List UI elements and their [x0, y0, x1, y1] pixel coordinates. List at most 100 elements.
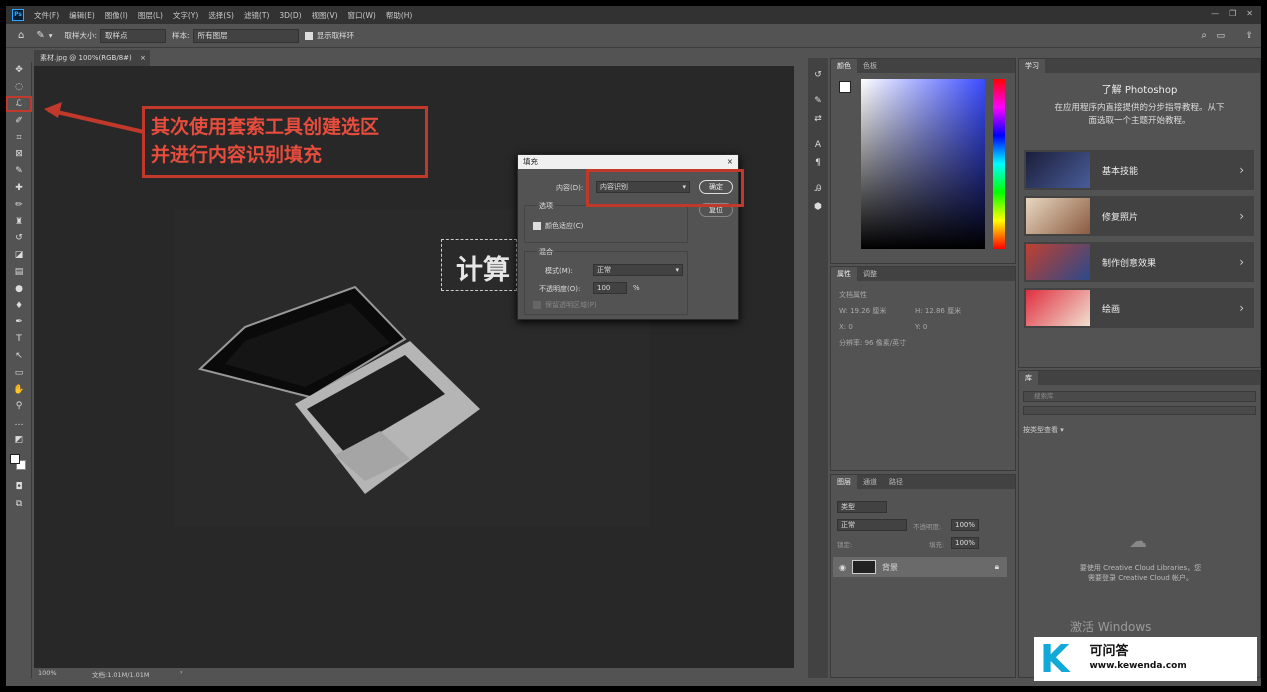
x-value[interactable]: X: 0 — [839, 319, 915, 335]
dialog-close-icon[interactable]: × — [727, 155, 733, 169]
tab-color[interactable]: 颜色 — [831, 59, 857, 73]
menu-edit[interactable]: 编辑(E) — [69, 10, 95, 21]
quick-mask-icon[interactable]: ◘ — [6, 478, 32, 495]
menu-help[interactable]: 帮助(H) — [386, 10, 413, 21]
learn-item-repair[interactable]: 修复照片 › — [1024, 196, 1254, 236]
stamp-tool-icon[interactable]: ♜ — [6, 213, 32, 230]
workspace-icon[interactable]: ▭ — [1216, 31, 1225, 41]
eyedropper-icon[interactable]: ✎ — [36, 30, 44, 41]
foreground-color-swatch[interactable] — [839, 81, 851, 93]
menu-window[interactable]: 窗口(W) — [348, 10, 376, 21]
hue-slider[interactable] — [993, 79, 1005, 249]
history-icon[interactable]: ↺ — [808, 66, 828, 84]
tab-adjustments[interactable]: 调整 — [857, 267, 883, 281]
shape-tool-icon[interactable]: ▭ — [6, 364, 32, 381]
width-value[interactable]: W: 19.26 厘米 — [839, 303, 915, 319]
menu-3d[interactable]: 3D(D) — [279, 11, 301, 20]
gradient-tool-icon[interactable]: ▤ — [6, 264, 32, 281]
eyedropper-tool-icon[interactable]: ✎ — [6, 163, 32, 180]
library-select[interactable] — [1023, 406, 1256, 415]
menu-image[interactable]: 图像(I) — [105, 10, 128, 21]
frame-tool-icon[interactable]: ⊠ — [6, 146, 32, 163]
layer-blend-mode[interactable]: 正常 — [837, 519, 907, 531]
tab-channels[interactable]: 通道 — [857, 475, 883, 489]
menu-view[interactable]: 视图(V) — [312, 10, 338, 21]
layer-opacity-input[interactable]: 100% — [951, 519, 979, 531]
library-search-input[interactable]: 搜索库 — [1023, 391, 1256, 402]
menu-type[interactable]: 文字(Y) — [173, 10, 198, 21]
brush-settings-icon[interactable]: ✎ — [808, 92, 828, 110]
tab-swatches[interactable]: 色板 — [857, 59, 883, 73]
quick-select-tool-icon[interactable]: ✐ — [6, 112, 32, 129]
sample-select[interactable]: 所有图层 — [192, 28, 299, 43]
brush-tool-icon[interactable]: ✏ — [6, 196, 32, 213]
hand-tool-icon[interactable]: ✋ — [6, 381, 32, 398]
y-value[interactable]: Y: 0 — [915, 323, 927, 331]
sample-size-select[interactable]: 取样点 — [100, 28, 167, 43]
zoom-level[interactable]: 100% — [38, 669, 57, 677]
site-logo: K 可问答 www.kewenda.com — [1034, 637, 1257, 681]
home-icon[interactable]: ⌂ — [18, 30, 24, 41]
tool-preset-chevron-icon[interactable]: ▾ — [49, 31, 53, 40]
history-brush-icon[interactable]: ↺ — [6, 230, 32, 247]
zoom-tool-icon[interactable]: ⚲ — [6, 398, 32, 415]
move-tool-icon[interactable]: ✥ — [6, 62, 32, 79]
crop-tool-icon[interactable]: ⌗ — [6, 129, 32, 146]
show-ring-checkbox[interactable] — [304, 31, 313, 40]
adjust-icon[interactable]: ⇄ — [808, 110, 828, 128]
tab-learn[interactable]: 学习 — [1019, 59, 1045, 73]
dodge-tool-icon[interactable]: ♦ — [6, 297, 32, 314]
share-icon[interactable]: ⇪ — [1245, 31, 1253, 41]
learn-item-painting[interactable]: 绘画 › — [1024, 288, 1254, 328]
preserve-checkbox[interactable] — [533, 301, 541, 309]
view-by-type[interactable]: 按类型查看 ▾ — [1023, 425, 1256, 435]
glyphs-icon[interactable]: Ꭿ — [808, 180, 828, 198]
search-icon[interactable]: ⌕ — [1201, 30, 1207, 41]
foreground-background-icon[interactable] — [6, 448, 32, 478]
opacity-input[interactable]: 100 — [593, 282, 627, 294]
color-swatches-icon[interactable]: ◩ — [6, 432, 32, 449]
tab-properties[interactable]: 属性 — [831, 267, 857, 281]
character-icon[interactable]: A — [808, 136, 828, 154]
color-adapt-checkbox[interactable] — [533, 222, 541, 230]
blur-tool-icon[interactable]: ● — [6, 280, 32, 297]
close-window-icon[interactable]: ✕ — [1246, 9, 1253, 18]
eraser-tool-icon[interactable]: ◪ — [6, 247, 32, 264]
mode-select[interactable]: 正常 ▾ — [593, 264, 683, 276]
menu-filter[interactable]: 滤镜(T) — [244, 10, 269, 21]
screen-mode-icon[interactable]: ⧉ — [6, 495, 32, 512]
3d-icon[interactable]: ⬢ — [808, 198, 828, 216]
preserve-label: 保留透明区域(P) — [545, 301, 597, 309]
status-arrow-icon[interactable]: › — [180, 668, 183, 676]
pen-tool-icon[interactable]: ✒ — [6, 314, 32, 331]
learn-item-creative[interactable]: 制作创意效果 › — [1024, 242, 1254, 282]
menu-file[interactable]: 文件(F) — [34, 10, 59, 21]
learn-item-basics[interactable]: 基本技能 › — [1024, 150, 1254, 190]
menu-select[interactable]: 选择(S) — [208, 10, 234, 21]
layer-row-background[interactable]: ◉ 背景 🔒︎ — [833, 557, 1007, 577]
restore-icon[interactable]: ❐ — [1229, 9, 1236, 18]
layers-panel: 图层 通道 路径 类型 正常 不透明度: 100% 锁定: 填充: 100% ◉ 背… — [830, 474, 1016, 678]
collapsed-panels-strip: ↺ ✎ ⇄ A ¶ Ꭿ ⬢ — [808, 58, 828, 678]
document-tab[interactable]: 素材.jpg @ 100%(RGB/8#) × — [34, 50, 150, 66]
marquee-tool-icon[interactable]: ◌ — [6, 79, 32, 96]
path-select-tool-icon[interactable]: ↖ — [6, 348, 32, 365]
healing-tool-icon[interactable]: ✚ — [6, 180, 32, 197]
tab-libraries[interactable]: 库 — [1019, 371, 1038, 385]
layer-kind-filter[interactable]: 类型 — [837, 501, 887, 513]
annotation-line-1: 其次使用套索工具创建选区 — [151, 116, 380, 138]
sample-size-value: 取样点 — [105, 30, 128, 40]
close-tab-icon[interactable]: × — [140, 54, 146, 62]
minimize-icon[interactable]: — — [1211, 9, 1219, 18]
paragraph-icon[interactable]: ¶ — [808, 154, 828, 172]
type-tool-icon[interactable]: T — [6, 331, 32, 348]
tab-paths[interactable]: 路径 — [883, 475, 909, 489]
height-value[interactable]: H: 12.86 厘米 — [915, 307, 961, 315]
lasso-tool-icon[interactable]: ℒ — [6, 95, 32, 113]
layer-fill-input[interactable]: 100% — [951, 537, 979, 549]
color-field[interactable] — [861, 79, 985, 249]
menu-layer[interactable]: 图层(L) — [138, 10, 163, 21]
visibility-eye-icon[interactable]: ◉ — [839, 563, 846, 572]
tab-layers[interactable]: 图层 — [831, 475, 857, 489]
more-tools-icon[interactable]: … — [6, 415, 32, 432]
